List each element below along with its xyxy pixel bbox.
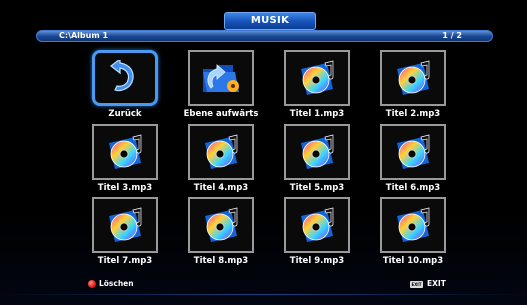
file-tile[interactable]: [92, 50, 158, 106]
file-tile[interactable]: [92, 124, 158, 180]
delete-label: Löschen: [99, 279, 134, 288]
current-path: C:\Album 1: [59, 31, 109, 40]
file-tile[interactable]: [380, 197, 446, 253]
file-tile[interactable]: [380, 124, 446, 180]
file-tile[interactable]: [188, 197, 254, 253]
file-tile[interactable]: [284, 50, 350, 106]
page-title: MUSIK: [224, 12, 316, 30]
file-label: Titel 4.mp3: [193, 183, 249, 193]
file-label: Titel 5.mp3: [289, 183, 345, 193]
file-label: Zurück: [108, 109, 142, 119]
file-tile[interactable]: [92, 197, 158, 253]
file-tile[interactable]: [284, 197, 350, 253]
file-label: Titel 10.mp3: [382, 256, 444, 266]
file-label: Titel 9.mp3: [289, 256, 345, 266]
file-tile[interactable]: [380, 50, 446, 106]
file-label: Titel 2.mp3: [385, 109, 441, 119]
media-browser-screen: MUSIK C:\Album 1 1 / 2 Zurück Ebene aufwä…: [0, 0, 527, 305]
file-label: Titel 7.mp3: [97, 256, 153, 266]
file-label: Ebene aufwärts: [183, 109, 259, 119]
page-indicator: 1 / 2: [442, 31, 462, 40]
file-tile[interactable]: [188, 124, 254, 180]
file-label: Titel 6.mp3: [385, 183, 441, 193]
file-label: Titel 3.mp3: [97, 183, 153, 193]
file-label: Titel 8.mp3: [193, 256, 249, 266]
file-tile[interactable]: [284, 124, 350, 180]
footer-divider: [0, 294, 527, 295]
exit-label: EXIT: [427, 279, 446, 288]
red-button-icon: [88, 280, 96, 288]
path-bar: C:\Album 1 1 / 2: [36, 30, 493, 42]
file-label: Titel 1.mp3: [289, 109, 345, 119]
exit-key-icon: EXIT: [410, 281, 423, 288]
file-tile[interactable]: [188, 50, 254, 106]
